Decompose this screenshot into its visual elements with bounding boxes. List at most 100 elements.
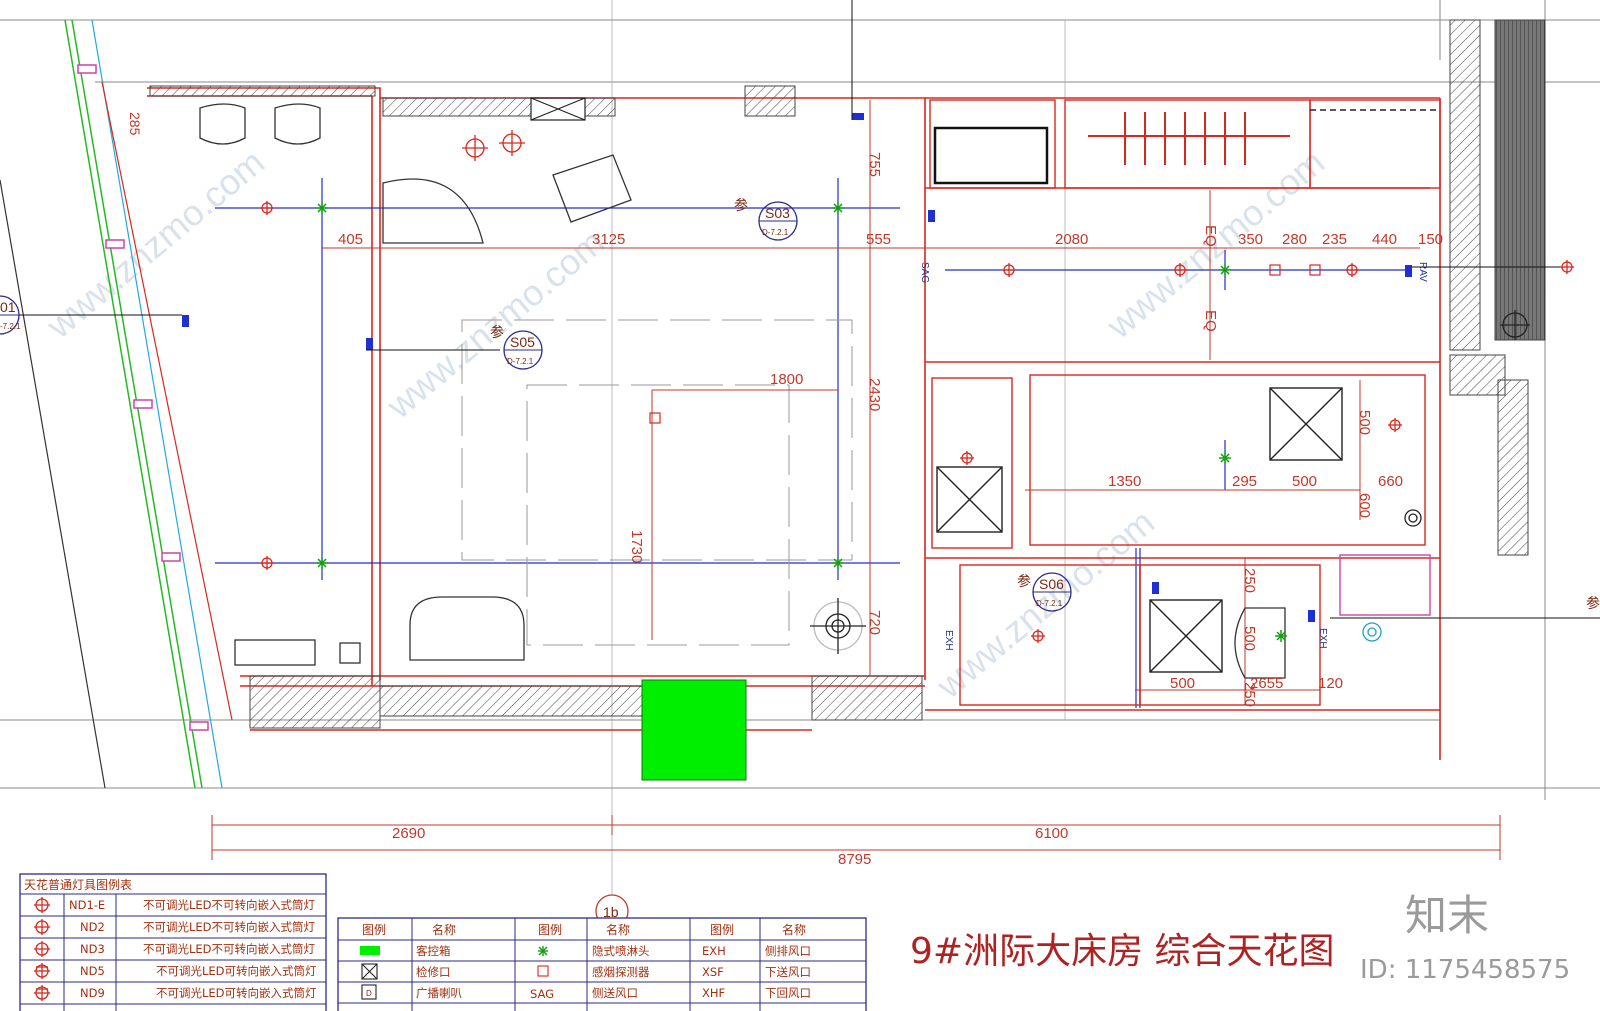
legend-header-2: 名称 <box>432 922 456 937</box>
legend-header-3: 图例 <box>538 923 562 937</box>
sprinkler <box>316 202 328 214</box>
dim-350: 350 <box>1238 231 1263 248</box>
downlight <box>1388 418 1402 432</box>
legend-name-5: 感烟探测器 <box>592 965 650 979</box>
legend-name-7: 广播喇叭 <box>416 986 462 1000</box>
sprinkler <box>832 557 844 569</box>
smoke-detector <box>649 264 1321 424</box>
dim-755: 755 <box>866 152 883 177</box>
svg-text:D-7.2.1: D-7.2.1 <box>507 357 534 366</box>
vent-rav: RAV <box>1417 262 1428 282</box>
legend-header-4: 名称 <box>606 922 630 937</box>
dim-8795: 8795 <box>838 851 871 868</box>
window-markers <box>77 64 209 731</box>
downlight <box>260 201 274 215</box>
vent-sag: SAG <box>919 262 930 283</box>
dim-235: 235 <box>1322 231 1347 248</box>
sprinkler <box>1219 452 1231 464</box>
dim-2080: 2080 <box>1055 231 1088 248</box>
hatched-walls <box>149 19 1546 729</box>
section-tags: S03 D-7.2.1 参 S05 D-7.2.1 参 S06 D-7.2.1 … <box>0 197 1600 928</box>
legend-name-9: 下回风口 <box>765 986 811 1000</box>
dim-250-a: 250 <box>1241 568 1258 593</box>
light-code-4: ND5 <box>80 964 105 978</box>
dim-1800: 1800 <box>770 371 803 388</box>
light-name-5: 不可调光LED可转向嵌入式筒灯 <box>156 986 317 1000</box>
legend-header-6: 名称 <box>782 922 806 937</box>
dim-1350: 1350 <box>1108 473 1141 490</box>
light-legend-table: 天花普通灯具图例表 ND1-E ND2 ND3 ND5 ND9 不可调光LED不… <box>19 873 327 1011</box>
light-name-4: 不可调光LED可转向嵌入式筒灯 <box>156 964 317 978</box>
svg-text:参: 参 <box>734 197 748 213</box>
legend-code-xhf: XHF <box>702 986 725 1000</box>
legend-name-8: 侧送风口 <box>592 986 638 1000</box>
dim-120: 120 <box>1318 675 1343 692</box>
dim-2690: 2690 <box>392 825 425 842</box>
dim-500-c: 500 <box>1170 675 1195 692</box>
legend-code-exh: EXH <box>702 944 726 958</box>
dim-500-b: 500 <box>1241 626 1258 651</box>
light-code-3: ND3 <box>80 942 105 956</box>
svg-text:S06: S06 <box>1039 576 1064 592</box>
dim-600: 600 <box>1356 493 1373 518</box>
legend-header-5: 图例 <box>710 923 734 937</box>
vent-exh-1: EXH <box>943 630 954 651</box>
watermark-id: ID: 1175458575 <box>1360 955 1570 985</box>
light-name-1: 不可调光LED不可转向嵌入式筒灯 <box>143 898 316 912</box>
svg-text:D-7.2.1: D-7.2.1 <box>1036 599 1063 608</box>
drawing-title: 9#洲际大床房 综合天花图 <box>910 931 1335 972</box>
downlight <box>1002 263 1016 277</box>
dim-720: 720 <box>866 610 883 635</box>
ceiling-plan-drawing: www.znzmo.com www.znzmo.com www.znzmo.co… <box>0 0 1600 1011</box>
svg-text:参: 参 <box>1017 573 1031 589</box>
light-code-5: ND9 <box>80 986 105 1000</box>
dim-500-h: 500 <box>1292 473 1317 490</box>
legend-name-6: 下送风口 <box>765 965 811 979</box>
downlight <box>462 135 488 161</box>
vent-exh-2: EXH <box>1317 628 1328 649</box>
vent-labels: SAG EXH EXH RAV <box>919 262 1428 651</box>
dim-eq-2: EQ <box>1202 310 1219 332</box>
light-code-2: ND2 <box>80 920 105 934</box>
room-walls <box>147 87 1441 760</box>
legend-header-1: 图例 <box>362 923 386 937</box>
dim-150: 150 <box>1418 231 1443 248</box>
legend-name-1: 客控箱 <box>416 944 451 958</box>
svg-text:01: 01 <box>0 299 16 315</box>
hanger-rail <box>1088 112 1290 165</box>
legend-name-3: 侧排风口 <box>765 944 811 958</box>
legend-sag-code: SAG <box>530 987 554 1001</box>
dim-3125: 3125 <box>592 231 625 248</box>
downlight <box>1345 263 1359 277</box>
tag-s01: 01 -7.2.1 <box>0 295 21 335</box>
watermark-logo: 知末 <box>1405 891 1489 940</box>
dim-555: 555 <box>866 231 891 248</box>
right-cut-tag: 参 <box>1586 595 1600 611</box>
dim-1730: 1730 <box>628 530 645 563</box>
sprinkler <box>316 557 328 569</box>
svg-text:S05: S05 <box>510 334 535 350</box>
dim-2655: 2655 <box>1250 675 1283 692</box>
dim-2430: 2430 <box>866 378 883 411</box>
svg-text:S03: S03 <box>765 205 790 221</box>
downlight <box>499 130 525 156</box>
access-panel <box>530 97 586 121</box>
dim-285: 285 <box>127 112 143 136</box>
dim-405: 405 <box>338 231 363 248</box>
light-name-2: 不可调光LED不可转向嵌入式筒灯 <box>143 920 316 934</box>
tag-s03: S03 D-7.2.1 参 <box>734 197 798 241</box>
faint-watermark-1: www.znzmo.com <box>38 141 272 347</box>
light-name-3: 不可调光LED不可转向嵌入式筒灯 <box>143 942 316 956</box>
svg-text:-7.2.1: -7.2.1 <box>0 322 21 331</box>
dim-660: 660 <box>1378 473 1403 490</box>
svg-text:D-7.2.1: D-7.2.1 <box>762 228 789 237</box>
legend-code-xsf: XSF <box>702 965 724 979</box>
downlight <box>1560 260 1574 274</box>
room-control-box <box>641 679 747 781</box>
background-watermark: www.znzmo.com www.znzmo.com www.znzmo.co… <box>38 141 1332 707</box>
dim-eq-1: EQ <box>1202 225 1219 247</box>
light-legend-title: 天花普通灯具图例表 <box>24 877 132 892</box>
svg-text:参: 参 <box>490 324 504 340</box>
sprinkler <box>832 202 844 214</box>
downlights <box>260 130 1574 643</box>
